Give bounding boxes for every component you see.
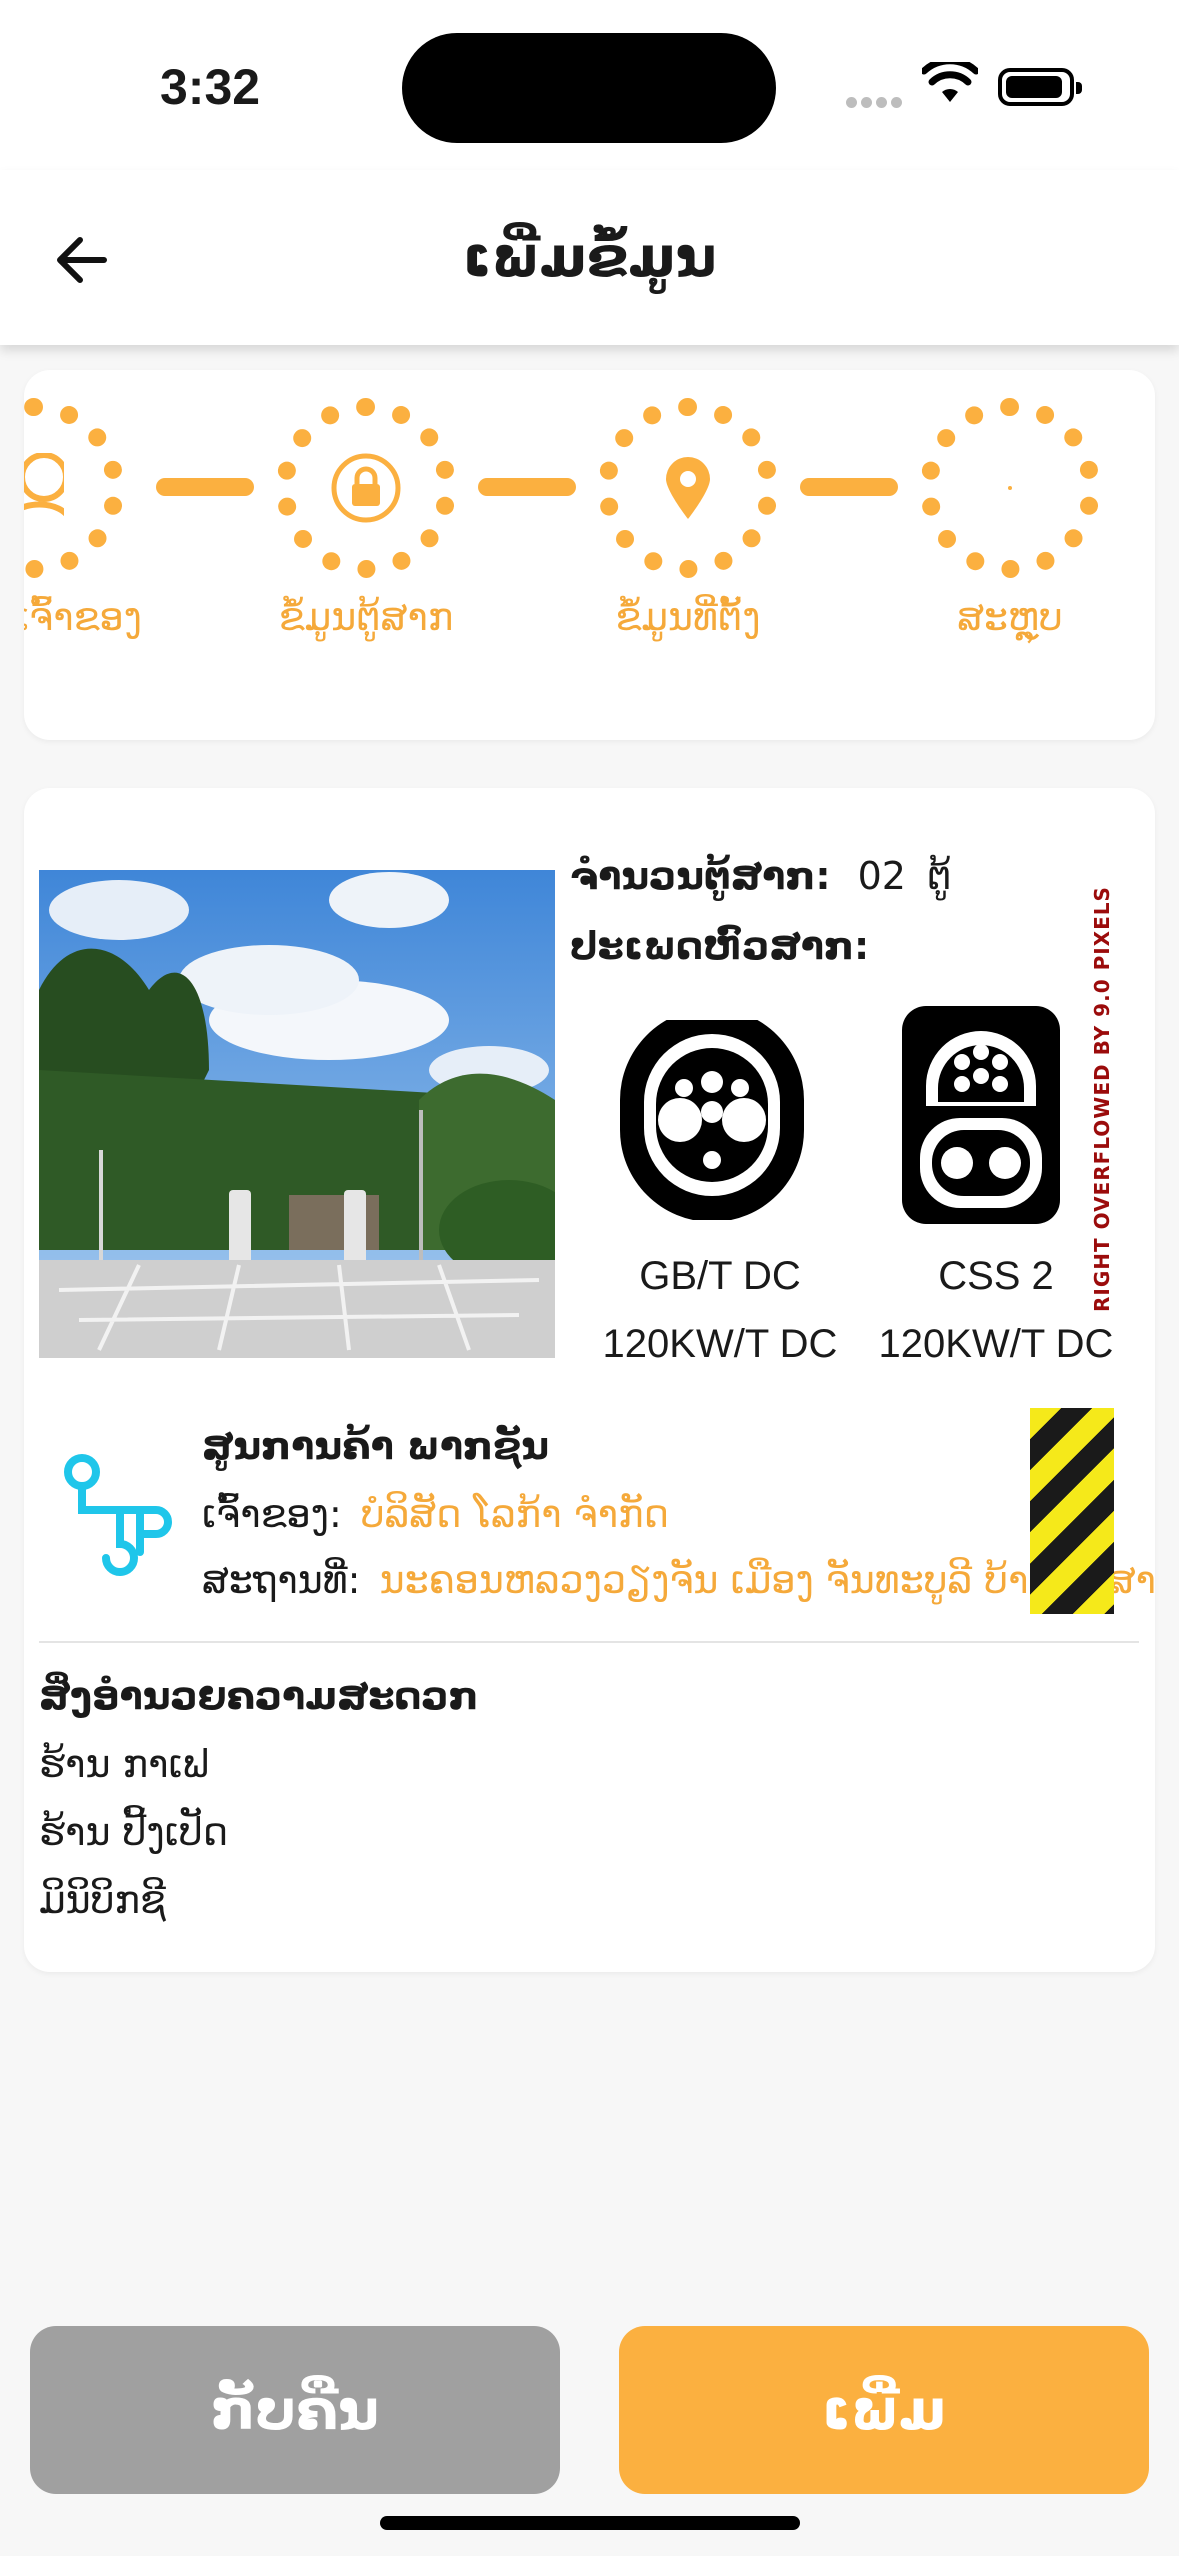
step-label-owner: ເຈົ້າຂອງ bbox=[24, 595, 142, 639]
amenity-item: ຮ້ານ ກາເຟ bbox=[39, 1742, 209, 1786]
plug-power-css2: 120KW/T DC bbox=[878, 1322, 1114, 1366]
amenities-title: ສິ່ງອຳນວຍຄວາມສະດວກ bbox=[39, 1674, 479, 1718]
lock-icon bbox=[331, 453, 401, 523]
gbt-dc-plug-icon bbox=[620, 1020, 804, 1220]
dot-icon bbox=[1008, 486, 1012, 490]
status-time: 3:32 bbox=[160, 59, 261, 115]
back-button[interactable]: ກັບຄືນ bbox=[30, 2326, 560, 2494]
location-row: ສະຖານທີ່: ນະຄອນຫລວງວຽງຈັນ ເມືອງ ຈັນທະບູລ… bbox=[202, 1558, 1155, 1602]
owner-label: ເຈົ້າຂອງ: bbox=[202, 1492, 342, 1536]
charger-count-label: ຈຳນວນຕູ້ສາກ: bbox=[570, 854, 831, 898]
step-connector bbox=[478, 478, 576, 496]
station-detail-card: ຈຳນວນຕູ້ສາກ: 02 ຕູ້ ປະເພດຫົວສາກ: GB/T DC… bbox=[24, 788, 1155, 1972]
charger-count-value: 02 bbox=[857, 854, 906, 898]
home-indicator bbox=[380, 2516, 800, 2530]
dynamic-island bbox=[402, 33, 776, 143]
step-label-summary: ສະຫຼຸບ bbox=[957, 595, 1063, 639]
station-name: ສູນການຄ້າ ພາກຊັນ bbox=[202, 1424, 550, 1468]
location-label: ສະຖານທີ່: bbox=[202, 1558, 361, 1602]
wifi-icon bbox=[922, 62, 978, 102]
step-summary[interactable] bbox=[920, 398, 1100, 578]
step-location[interactable] bbox=[598, 398, 778, 578]
stepper-card: ເຈົ້າຂອງ ຂໍ້ມູນຕູ້ສາກ ຂໍ້ມູນທີ່ຕັ້ງ ສະຫຼ… bbox=[24, 370, 1155, 740]
app-bar: ເພີ່ມຂໍ້ມູນ bbox=[0, 170, 1179, 345]
owner-value: ບໍລິສັດ ໂລກ້າ ຈຳກັດ bbox=[360, 1492, 669, 1536]
charger-count-row: ຈຳນວນຕູ້ສາກ: 02 ຕູ້ bbox=[570, 854, 951, 898]
plug-power-gbt: 120KW/T DC bbox=[602, 1322, 838, 1366]
station-photo bbox=[39, 870, 555, 1358]
amenity-item: ຮ້ານ ປີ້ງເປັດ bbox=[39, 1810, 229, 1854]
css2-plug-icon bbox=[902, 1006, 1060, 1224]
amenity-item: ມິນິບິກຊີ bbox=[39, 1878, 166, 1922]
step-label-charger: ຂໍ້ມູນຕູ້ສາກ bbox=[278, 595, 454, 639]
divider bbox=[39, 1641, 1139, 1643]
overflow-warning-text: RIGHT OVERFLOWED BY 9.0 PIXELS bbox=[1090, 886, 1114, 1312]
step-owner[interactable] bbox=[24, 398, 124, 578]
step-connector bbox=[800, 478, 898, 496]
charger-count-unit: ຕູ້ bbox=[927, 854, 952, 898]
plug-name-gbt: GB/T DC bbox=[639, 1254, 801, 1298]
signal-icon bbox=[846, 93, 906, 112]
page-title: ເພີ່ມຂໍ້ມູນ bbox=[462, 225, 717, 290]
route-icon bbox=[64, 1454, 172, 1576]
owner-row: ເຈົ້າຂອງ: ບໍລິສັດ ໂລກ້າ ຈຳກັດ bbox=[202, 1492, 669, 1536]
overflow-warning-stripe bbox=[1030, 1408, 1114, 1614]
step-charger-info[interactable] bbox=[276, 398, 456, 578]
person-icon bbox=[24, 453, 64, 517]
step-label-location: ຂໍ້ມູນທີ່ຕັ້ງ bbox=[615, 595, 761, 639]
location-pin-icon bbox=[666, 457, 710, 519]
battery-icon bbox=[998, 68, 1082, 106]
plug-name-css2: CSS 2 bbox=[938, 1254, 1054, 1298]
plug-type-label: ປະເພດຫົວສາກ: bbox=[570, 924, 870, 968]
step-connector bbox=[156, 478, 254, 496]
add-button[interactable]: ເພີ່ມ bbox=[619, 2326, 1149, 2494]
status-bar: 3:32 bbox=[0, 0, 1179, 170]
